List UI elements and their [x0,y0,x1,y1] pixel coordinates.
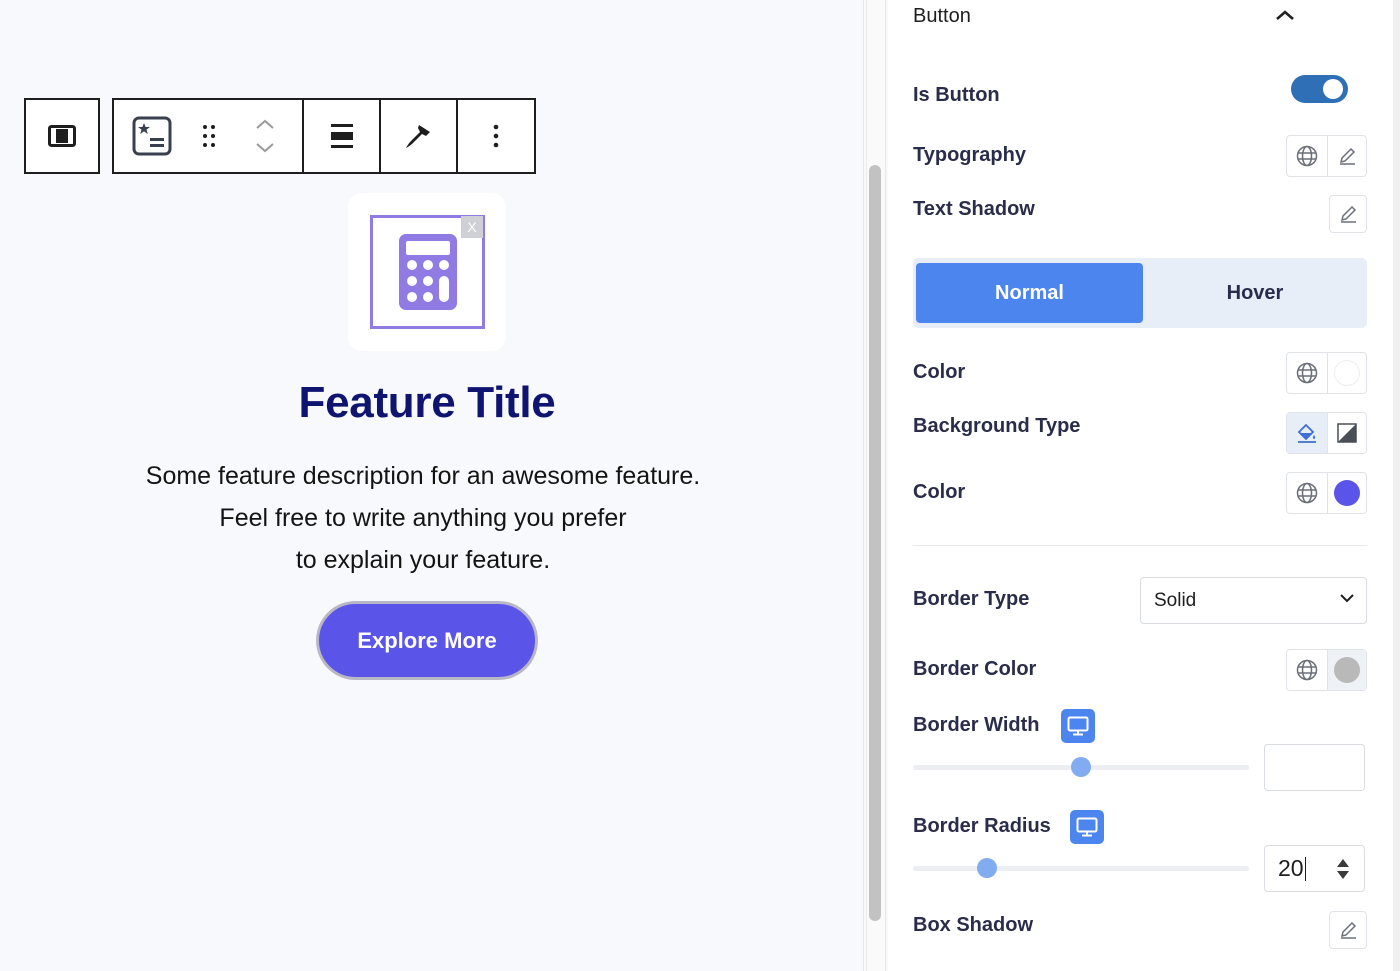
feature-description-line[interactable]: Feel free to write anything you prefer [0,504,846,533]
border-radius-input[interactable]: 20 [1264,845,1365,892]
style-brush-icon [405,125,430,148]
pencil-icon [1339,147,1355,165]
select-parent-button[interactable] [26,100,98,172]
state-tabs: Normal Hover [913,258,1367,328]
globe-icon [1296,362,1317,384]
block-toolbar [112,98,536,174]
chevron-up-icon[interactable] [1275,9,1295,21]
feature-description-line[interactable]: to explain your feature. [0,546,846,575]
border-radius-label: Border Radius [913,815,1051,837]
background-type-controls [1286,412,1367,454]
background-color-global-button[interactable] [1287,473,1327,513]
border-type-label: Border Type [913,588,1030,610]
drag-handle[interactable] [190,100,228,172]
more-options-button[interactable] [458,100,534,172]
border-radius-slider[interactable] [913,866,1249,871]
text-color-swatch [1333,360,1360,386]
background-color-label: Color [913,481,966,503]
globe-icon [1296,659,1317,681]
globe-icon [1296,145,1317,167]
is-button-label: Is Button [913,84,1000,106]
move-controls [228,100,304,172]
feature-description-line[interactable]: Some feature description for an awesome … [0,462,846,491]
chevron-down-icon [1340,594,1354,603]
parent-block-toolbar [24,98,100,174]
toggle-knob [1323,79,1343,99]
gradient-icon [1337,423,1357,443]
background-color-controls [1286,472,1367,514]
desktop-icon [1067,716,1089,736]
background-gradient-button[interactable] [1326,413,1367,453]
typography-controls [1286,135,1367,177]
editor-canvas: X Feature Title Some feature description… [0,0,864,971]
box-shadow-edit-button[interactable] [1329,911,1367,949]
border-color-global-button[interactable] [1287,650,1327,690]
typography-label: Typography [913,144,1026,166]
border-color-picker[interactable] [1326,650,1366,690]
move-down-icon[interactable] [255,143,275,153]
color-label: Color [913,361,966,383]
pencil-icon [1340,921,1357,939]
is-button-toggle[interactable] [1291,75,1348,103]
feature-block-icon [132,116,172,156]
border-width-label: Border Width [913,714,1040,736]
styles-button[interactable] [381,100,458,172]
move-up-icon[interactable] [255,119,275,129]
text-shadow-label: Text Shadow [913,198,1035,220]
text-color-global-button[interactable] [1287,353,1327,393]
explore-more-button[interactable]: Explore More [316,601,538,680]
box-shadow-label: Box Shadow [913,914,1034,936]
border-color-controls [1286,649,1367,691]
typography-edit-button[interactable] [1326,136,1367,176]
canvas-scrollbar-thumb[interactable] [869,165,881,921]
drag-handle-icon [203,125,215,147]
border-width-slider-thumb[interactable] [1071,757,1091,777]
text-cursor [1304,856,1307,881]
divider [913,545,1367,546]
more-options-icon [493,124,499,148]
globe-icon [1296,482,1317,504]
block-type-button[interactable] [114,100,190,172]
text-color-picker[interactable] [1326,353,1367,393]
background-type-label: Background Type [913,415,1081,437]
border-width-device-button[interactable] [1061,709,1095,743]
align-icon [330,124,353,148]
inspector-scrollbar[interactable] [1393,0,1400,971]
border-color-label: Border Color [913,658,1037,680]
text-color-controls [1286,352,1367,394]
text-shadow-edit-button[interactable] [1329,195,1367,233]
background-classic-button[interactable] [1287,413,1327,453]
border-color-swatch [1333,657,1360,683]
tab-hover[interactable]: Hover [1143,263,1367,323]
border-radius-device-button[interactable] [1070,810,1104,844]
remove-icon-button[interactable]: X [461,216,483,238]
section-title[interactable]: Button [913,5,971,28]
desktop-icon [1076,817,1098,837]
border-width-input[interactable] [1264,744,1365,791]
background-color-picker[interactable] [1326,473,1367,513]
align-button[interactable] [304,100,381,172]
spinner-icon[interactable] [1336,857,1350,881]
border-radius-value: 20 [1278,855,1304,881]
calculator-icon [398,234,457,310]
paint-bucket-icon [1297,423,1316,443]
background-color-swatch [1333,480,1360,506]
pencil-icon [1340,205,1357,223]
feature-title[interactable]: Feature Title [0,378,854,428]
parent-block-icon [48,125,76,147]
border-radius-slider-thumb[interactable] [977,858,997,878]
typography-global-button[interactable] [1287,136,1327,176]
border-type-select[interactable]: Solid [1140,577,1367,624]
tab-normal[interactable]: Normal [916,263,1143,323]
border-type-value: Solid [1154,589,1197,611]
